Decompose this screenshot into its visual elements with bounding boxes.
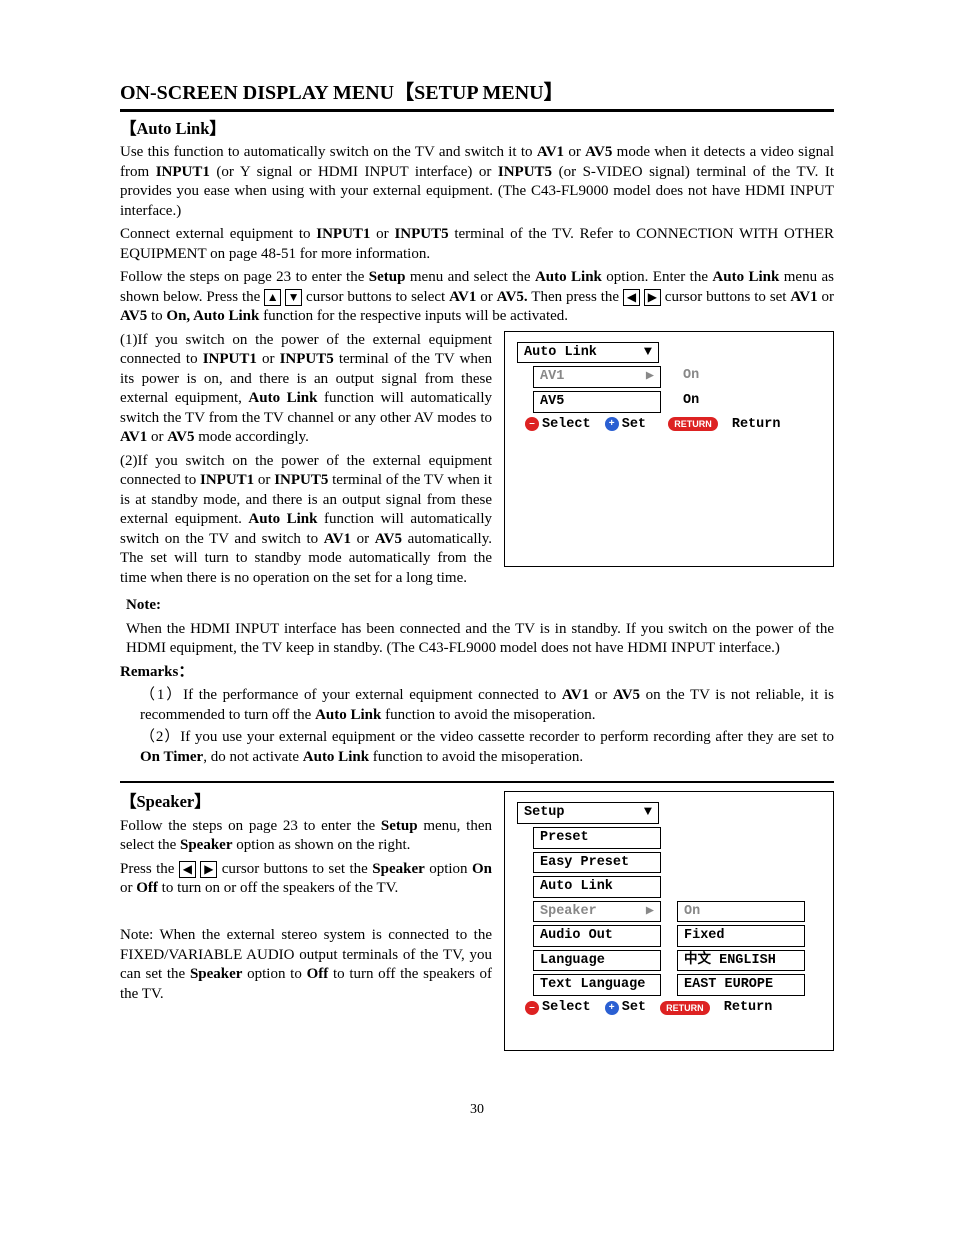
right-triangle-icon: ▶ [646, 903, 654, 921]
osd-row-language[interactable]: Language [533, 950, 661, 972]
left-arrow-icon: ◀ [179, 861, 196, 878]
osd-autolink-title: Auto Link▼ [517, 342, 659, 364]
osd-autolink-panel: Auto Link▼ AV1▶ On AV5 On –Select +Set R… [504, 331, 834, 567]
osd-setup-panel: Setup▼ Preset Easy Preset Auto Link Spea… [504, 791, 834, 1051]
section-autolink-heading: 【Auto Link】 [120, 118, 834, 139]
down-arrow-icon: ▼ [285, 289, 302, 306]
down-triangle-icon: ▼ [644, 804, 652, 822]
osd-value-speaker: On [677, 901, 805, 923]
osd-autolink-footer: –Select +Set RETURN Return [517, 416, 821, 434]
osd-value-textlang: EAST EUROPE [677, 974, 805, 996]
osd-value-av5: On [677, 391, 805, 413]
autolink-intro: Use this function to automatically switc… [120, 143, 834, 221]
osd-setup-footer: –Select +Set RETURN Return [517, 999, 821, 1017]
osd-row-preset[interactable]: Preset [533, 827, 661, 849]
osd-row-av5[interactable]: AV5 [533, 391, 661, 413]
section-divider [120, 781, 834, 783]
right-arrow-icon: ▶ [200, 861, 217, 878]
page-number: 30 [120, 1101, 834, 1119]
osd-row-av1[interactable]: AV1▶ [533, 366, 661, 388]
right-triangle-icon: ▶ [646, 368, 654, 386]
osd-row-autolink[interactable]: Auto Link [533, 876, 661, 898]
osd-value-audioout: Fixed [677, 925, 805, 947]
remarks-list: （1）If the performance of your external e… [120, 686, 834, 767]
remarks-label: Remarks： [120, 663, 834, 683]
note-text: When the HDMI INPUT interface has been c… [126, 620, 834, 659]
return-pill-icon: RETURN [668, 417, 718, 431]
plus-icon: + [605, 417, 619, 431]
osd-row-speaker[interactable]: Speaker▶ [533, 901, 661, 923]
osd-value-language: 中文 ENGLISH [677, 950, 805, 972]
osd-row-audioout[interactable]: Audio Out [533, 925, 661, 947]
osd-row-easypreset[interactable]: Easy Preset [533, 852, 661, 874]
autolink-steps: Follow the steps on page 23 to enter the… [120, 268, 834, 327]
up-arrow-icon: ▲ [264, 289, 281, 306]
return-pill-icon: RETURN [660, 1001, 710, 1015]
left-arrow-icon: ◀ [623, 289, 640, 306]
minus-icon: – [525, 1001, 539, 1015]
minus-icon: – [525, 417, 539, 431]
osd-setup-title: Setup▼ [517, 802, 659, 824]
remark-2: （2）If you use your external equipment or… [140, 728, 834, 767]
right-arrow-icon: ▶ [644, 289, 661, 306]
osd-value-av1: On [677, 366, 805, 388]
osd-row-textlang[interactable]: Text Language [533, 974, 661, 996]
remark-1: （1）If the performance of your external e… [140, 686, 834, 725]
note-label: Note: [126, 596, 834, 616]
down-triangle-icon: ▼ [644, 344, 652, 362]
page-title: ON-SCREEN DISPLAY MENU【SETUP MENU】 [120, 80, 834, 112]
autolink-connect: Connect external equipment to INPUT1 or … [120, 225, 834, 264]
plus-icon: + [605, 1001, 619, 1015]
